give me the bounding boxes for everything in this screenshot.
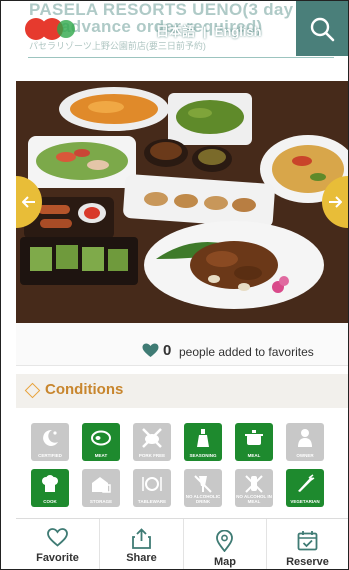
condition-no-alcohol-drink: NO ALCOHOLIC DRINK bbox=[184, 469, 222, 507]
condition-storage: STORAGE bbox=[82, 469, 120, 507]
nav-share[interactable]: Share bbox=[100, 519, 183, 569]
share-icon bbox=[132, 528, 151, 549]
pot-icon bbox=[245, 430, 263, 445]
heart-icon bbox=[142, 343, 159, 357]
nav-reserve[interactable]: Reserve bbox=[267, 519, 348, 569]
nav-favorite[interactable]: Favorite bbox=[16, 519, 99, 569]
pork-free-icon bbox=[142, 428, 162, 448]
restaurant-subtitle: パセラリゾーツ上野公園前店(要三日前予約) bbox=[29, 41, 206, 51]
condition-no-alcohol-meal: NO ALCOHOL IN MEAL bbox=[235, 469, 273, 507]
bottom-nav: Favorite Share Map Reserve bbox=[16, 518, 348, 569]
no-drink-icon bbox=[194, 475, 212, 493]
food-photo-illustration bbox=[16, 81, 348, 323]
condition-certified: CERTIFIED bbox=[31, 423, 69, 461]
condition-vegetarian: VEGETARIAN bbox=[286, 469, 324, 507]
food-photo bbox=[16, 81, 348, 323]
logo-circle-green bbox=[57, 20, 75, 38]
condition-seasoning: SEASONING bbox=[184, 423, 222, 461]
search-icon bbox=[310, 17, 335, 41]
favorites-count: 0 bbox=[163, 342, 172, 359]
chef-icon bbox=[42, 475, 58, 492]
owner-icon bbox=[298, 429, 312, 447]
condition-meal: MEAL bbox=[235, 423, 273, 461]
tableware-icon bbox=[142, 477, 162, 491]
condition-cook: COOK bbox=[31, 469, 69, 507]
condition-meat: MEAT bbox=[82, 423, 120, 461]
lang-english[interactable]: English bbox=[215, 24, 262, 39]
condition-tableware: TABLEWARE bbox=[133, 469, 171, 507]
nav-map-label: Map bbox=[214, 556, 236, 568]
language-switcher: 日本語 | English bbox=[156, 21, 262, 40]
calendar-check-icon bbox=[297, 531, 318, 551]
moon-star-icon bbox=[43, 429, 58, 446]
search-button[interactable] bbox=[296, 1, 348, 56]
nav-favorite-label: Favorite bbox=[36, 552, 79, 564]
conditions-title: Conditions bbox=[45, 381, 124, 398]
nav-reserve-label: Reserve bbox=[286, 556, 329, 568]
condition-owner: OWNER bbox=[286, 423, 324, 461]
page: PASELA RESORTS UENO(3 day advance order … bbox=[0, 0, 349, 570]
header-divider bbox=[28, 57, 334, 58]
heart-outline-icon bbox=[47, 528, 68, 547]
arrow-left-icon bbox=[22, 196, 35, 208]
no-alcohol-meal-icon bbox=[245, 475, 263, 493]
lang-separator: | bbox=[203, 24, 207, 39]
lang-japanese[interactable]: 日本語 bbox=[156, 24, 195, 39]
map-pin-icon bbox=[216, 530, 233, 552]
storage-icon bbox=[92, 477, 111, 493]
diamond-icon bbox=[24, 382, 41, 399]
nav-map[interactable]: Map bbox=[184, 519, 266, 569]
chevron-down-icon[interactable] bbox=[257, 39, 265, 44]
condition-pork-free: PORK FREE bbox=[133, 423, 171, 461]
favorites-bar: 0 people added to favorites bbox=[16, 323, 348, 366]
vegetable-icon bbox=[298, 474, 315, 492]
header: PASELA RESORTS UENO(3 day advance order … bbox=[1, 1, 348, 61]
favorites-text: people added to favorites bbox=[179, 345, 314, 359]
arrow-right-icon bbox=[329, 196, 342, 208]
restaurant-title-line1: PASELA RESORTS UENO(3 day bbox=[29, 1, 294, 19]
conditions-header: Conditions bbox=[16, 374, 348, 408]
meat-icon bbox=[91, 430, 111, 446]
nav-share-label: Share bbox=[126, 552, 157, 564]
seasoning-icon bbox=[197, 429, 209, 447]
